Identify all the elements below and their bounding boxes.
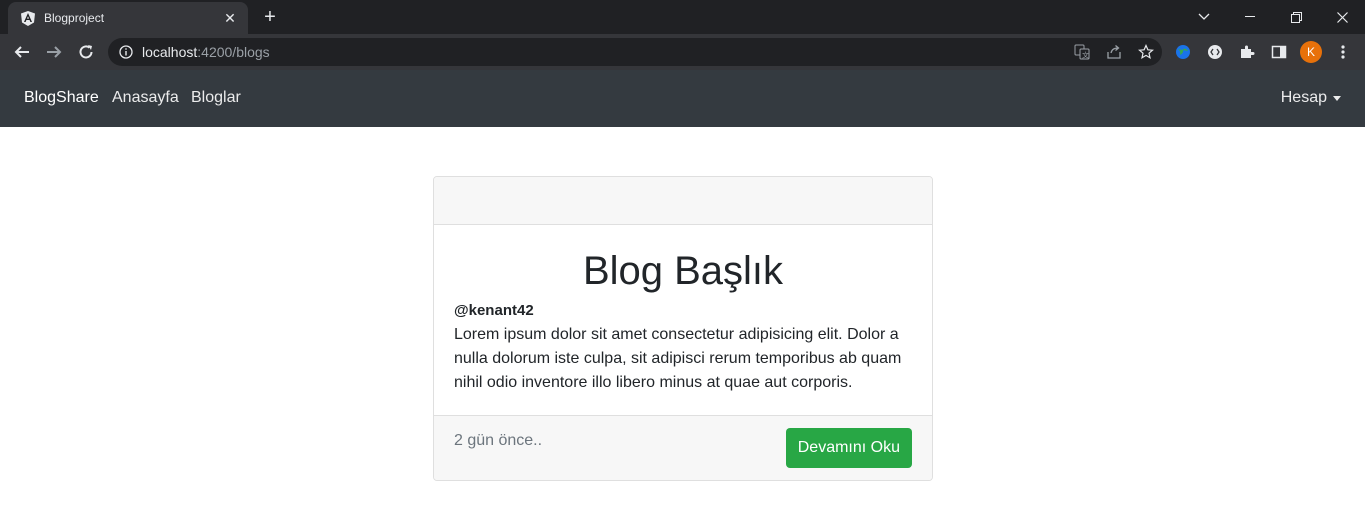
circle-extension-icon[interactable]	[1204, 40, 1226, 64]
forward-arrow-icon[interactable]	[40, 38, 68, 66]
svg-text:文: 文	[1082, 51, 1089, 60]
avatar-initial: K	[1300, 41, 1322, 63]
chevron-down-icon[interactable]	[1181, 0, 1227, 34]
nav-link-anasayfa[interactable]: Anasayfa	[112, 89, 179, 107]
reload-icon[interactable]	[72, 38, 100, 66]
menu-kebab-icon[interactable]	[1332, 40, 1354, 64]
account-label: Hesap	[1280, 89, 1327, 106]
site-navbar: BlogShare Anasayfa Bloglar Hesap	[0, 70, 1365, 127]
browser-tabstrip: Blogproject ✕ +	[0, 0, 1365, 34]
browser-tab[interactable]: Blogproject ✕	[8, 2, 248, 34]
blog-excerpt: Lorem ipsum dolor sit amet consectetur a…	[454, 326, 902, 391]
back-arrow-icon[interactable]	[8, 38, 36, 66]
profile-avatar[interactable]: K	[1300, 40, 1322, 64]
close-window-icon[interactable]	[1319, 0, 1365, 34]
card-body: Blog Başlık @kenant42 Lorem ipsum dolor …	[434, 247, 932, 395]
minimize-icon[interactable]	[1227, 0, 1273, 34]
url-text: localhost:4200/blogs	[142, 44, 270, 60]
close-tab-icon[interactable]: ✕	[222, 10, 238, 27]
info-icon[interactable]	[118, 44, 134, 60]
globe-extension-icon[interactable]	[1172, 40, 1194, 64]
extensions-puzzle-icon[interactable]	[1236, 40, 1258, 64]
address-bar[interactable]: localhost:4200/blogs 文	[108, 38, 1162, 66]
navbar-brand[interactable]: BlogShare	[24, 89, 99, 107]
side-panel-icon[interactable]	[1268, 40, 1290, 64]
url-path: :4200/blogs	[197, 44, 270, 60]
blog-title: Blog Başlık	[582, 249, 784, 293]
account-dropdown[interactable]: Hesap	[1281, 89, 1341, 107]
new-tab-button[interactable]: +	[258, 6, 282, 28]
angular-icon	[20, 10, 36, 26]
share-icon[interactable]	[1104, 42, 1124, 62]
read-more-button[interactable]: Devamını Oku	[785, 428, 912, 468]
tab-title: Blogproject	[44, 11, 105, 25]
caret-down-icon	[1333, 95, 1341, 101]
bookmark-star-icon[interactable]	[1136, 42, 1156, 62]
post-time: 2 gün önce..	[454, 432, 543, 449]
blog-card: Blog Başlık @kenant42 Lorem ipsum dolor …	[433, 176, 933, 481]
blog-author: @kenant42	[454, 302, 534, 319]
restore-icon[interactable]	[1273, 0, 1319, 34]
nav-link-bloglar[interactable]: Bloglar	[191, 89, 241, 107]
translate-icon[interactable]: 文	[1072, 42, 1092, 62]
card-header	[434, 177, 932, 225]
card-footer: 2 gün önce.. Devamını Oku	[434, 415, 932, 480]
browser-toolbar: localhost:4200/blogs 文 K	[0, 34, 1365, 70]
url-host: localhost	[142, 44, 198, 60]
